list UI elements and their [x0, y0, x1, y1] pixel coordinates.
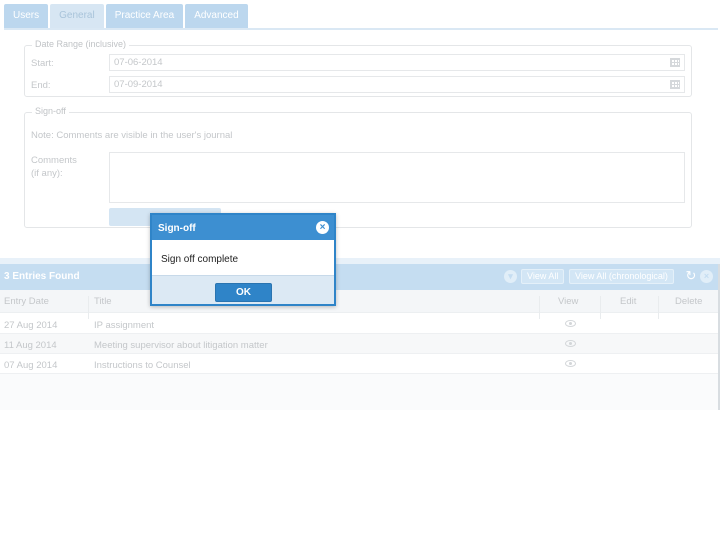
row-date: 07 Aug 2014 — [4, 360, 58, 371]
tab-practice-area[interactable]: Practice Area — [105, 4, 184, 28]
tab-advanced[interactable]: Advanced — [185, 4, 248, 28]
calendar-icon[interactable] — [670, 80, 680, 89]
view-all-chronological-button[interactable]: View All (chronological) — [569, 269, 674, 284]
col-title[interactable]: Title — [94, 296, 112, 307]
results-column-header: Entry Date Title View Edit Delete — [0, 290, 720, 319]
eye-icon[interactable] — [565, 360, 576, 367]
results-header: 3 Entries Found ▾ View All View All (chr… — [0, 264, 720, 290]
refresh-icon[interactable]: ↻ — [684, 269, 698, 283]
col-edit: Edit — [620, 296, 637, 307]
start-date-input[interactable]: 07-06-2014 — [109, 54, 685, 71]
close-icon[interactable]: × — [700, 270, 713, 283]
row-date: 11 Aug 2014 — [4, 340, 57, 351]
dialog-title: Sign-off — [158, 223, 196, 234]
ok-button[interactable]: OK — [215, 283, 272, 302]
dialog-header: Sign-off × — [152, 215, 334, 240]
date-range-legend: Date Range (inclusive) — [32, 39, 130, 49]
signoff-dialog: Sign-off × Sign off complete OK — [150, 213, 336, 306]
comments-sublabel: (if any): — [31, 168, 63, 179]
close-icon[interactable]: × — [316, 221, 329, 234]
dialog-footer: OK — [152, 275, 334, 304]
col-view: View — [558, 296, 579, 307]
row-title: IP assignment — [94, 320, 155, 331]
signoff-note: Note: Comments are visible in the user's… — [31, 130, 233, 141]
end-date-input[interactable]: 07-09-2014 — [109, 76, 685, 93]
end-date-value: 07-09-2014 — [114, 79, 163, 90]
table-row[interactable]: 11 Aug 2014 Meeting supervisor about lit… — [0, 334, 720, 354]
start-date-label: Start: — [31, 58, 54, 69]
row-title: Meeting supervisor about litigation matt… — [94, 340, 268, 351]
tab-users[interactable]: Users — [4, 4, 49, 28]
eye-icon[interactable] — [565, 320, 576, 327]
tab-general[interactable]: General — [50, 4, 104, 28]
results-empty-area — [0, 374, 720, 410]
results-count: 3 Entries Found — [4, 271, 80, 282]
end-date-label: End: — [31, 80, 51, 91]
view-all-button[interactable]: View All — [521, 269, 565, 284]
table-row[interactable]: 27 Aug 2014 IP assignment — [0, 314, 720, 334]
eye-icon[interactable] — [565, 340, 576, 347]
comments-textarea[interactable] — [109, 152, 685, 203]
signoff-legend: Sign-off — [32, 106, 69, 116]
col-entry-date[interactable]: Entry Date — [4, 296, 49, 307]
tab-bar: Users General Practice Area Advanced — [4, 4, 250, 28]
col-delete: Delete — [675, 296, 703, 307]
row-title: Instructions to Counsel — [94, 360, 191, 371]
calendar-icon[interactable] — [670, 58, 680, 67]
row-date: 27 Aug 2014 — [4, 320, 58, 331]
table-row[interactable]: 07 Aug 2014 Instructions to Counsel — [0, 354, 720, 374]
comments-label: Comments — [31, 155, 77, 166]
start-date-value: 07-06-2014 — [114, 57, 163, 68]
chevron-down-icon[interactable]: ▾ — [504, 270, 517, 283]
dialog-message: Sign off complete — [161, 254, 239, 265]
